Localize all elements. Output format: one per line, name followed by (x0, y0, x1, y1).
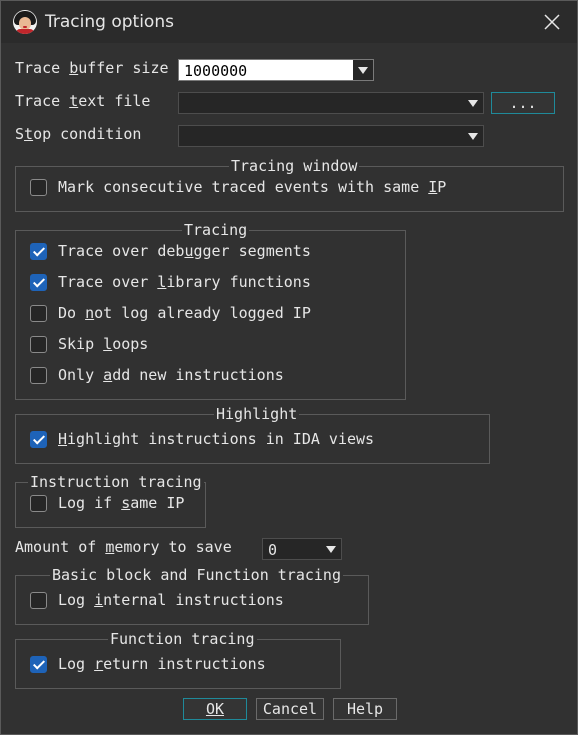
checkbox-unchecked-icon[interactable] (30, 367, 47, 384)
close-icon[interactable] (544, 14, 560, 30)
basic-block-tracing-group-title: Basic block and Function tracing (50, 566, 343, 584)
ok-button[interactable]: OK (183, 698, 247, 720)
trace-buffer-size-combobox[interactable]: 1000000 (178, 59, 374, 81)
app-logo-icon (13, 10, 37, 34)
highlight-group: Highlight Highlight instructions in IDA … (15, 405, 490, 464)
help-button[interactable]: Help (333, 698, 397, 720)
tracing-group-title: Tracing (182, 221, 250, 239)
trace-buffer-size-value[interactable]: 1000000 (184, 62, 247, 80)
tracing-window-group-title: Tracing window (229, 157, 360, 175)
title-bar: Tracing options (1, 1, 577, 43)
function-tracing-group: Function tracing Log return instructions (15, 630, 341, 689)
chevron-down-icon[interactable] (463, 93, 483, 113)
chevron-down-icon[interactable] (463, 126, 483, 146)
close-button[interactable] (535, 7, 569, 37)
highlight-group-title: Highlight (214, 405, 300, 423)
instruction-tracing-group-title: Instruction tracing (28, 473, 204, 491)
tracing-window-group: Tracing window Mark consecutive traced e… (15, 157, 564, 212)
checkbox-unchecked-icon[interactable] (30, 495, 47, 512)
memory-to-save-value[interactable]: 0 (268, 541, 277, 559)
tracing-group: Tracing Trace over debugger segments Tra… (15, 221, 406, 400)
memory-to-save-combobox[interactable]: 0 (262, 538, 342, 560)
trace-text-file-combobox[interactable] (178, 92, 484, 114)
tracing-options-dialog: Tracing options Trace buffer size 100000… (0, 0, 578, 735)
checkbox-unchecked-icon[interactable] (30, 592, 47, 609)
stop-condition-combobox[interactable] (178, 125, 484, 147)
chevron-down-icon[interactable] (353, 60, 373, 80)
cancel-button[interactable]: Cancel (256, 698, 324, 720)
basic-block-tracing-group: Basic block and Function tracing Log int… (15, 566, 369, 625)
checkbox-checked-icon[interactable] (30, 243, 47, 260)
chevron-down-icon[interactable] (321, 539, 341, 559)
checkbox-checked-icon[interactable] (30, 431, 47, 448)
memory-to-save-label: Amount of memory to save (15, 538, 232, 556)
trace-text-file-label: Trace text file (15, 92, 151, 110)
checkbox-unchecked-icon[interactable] (30, 305, 47, 322)
browse-button[interactable]: ... (491, 92, 555, 114)
instruction-tracing-group: Instruction tracing Log if same IP (15, 473, 206, 528)
stop-condition-label: Stop condition (15, 125, 142, 143)
checkbox-checked-icon[interactable] (30, 274, 47, 291)
window-title: Tracing options (45, 12, 174, 32)
checkbox-unchecked-icon[interactable] (30, 336, 47, 353)
trace-buffer-size-label: Trace buffer size (15, 59, 169, 77)
checkbox-checked-icon[interactable] (30, 656, 47, 673)
function-tracing-group-title: Function tracing (108, 630, 257, 648)
checkbox-unchecked-icon[interactable] (30, 179, 47, 196)
